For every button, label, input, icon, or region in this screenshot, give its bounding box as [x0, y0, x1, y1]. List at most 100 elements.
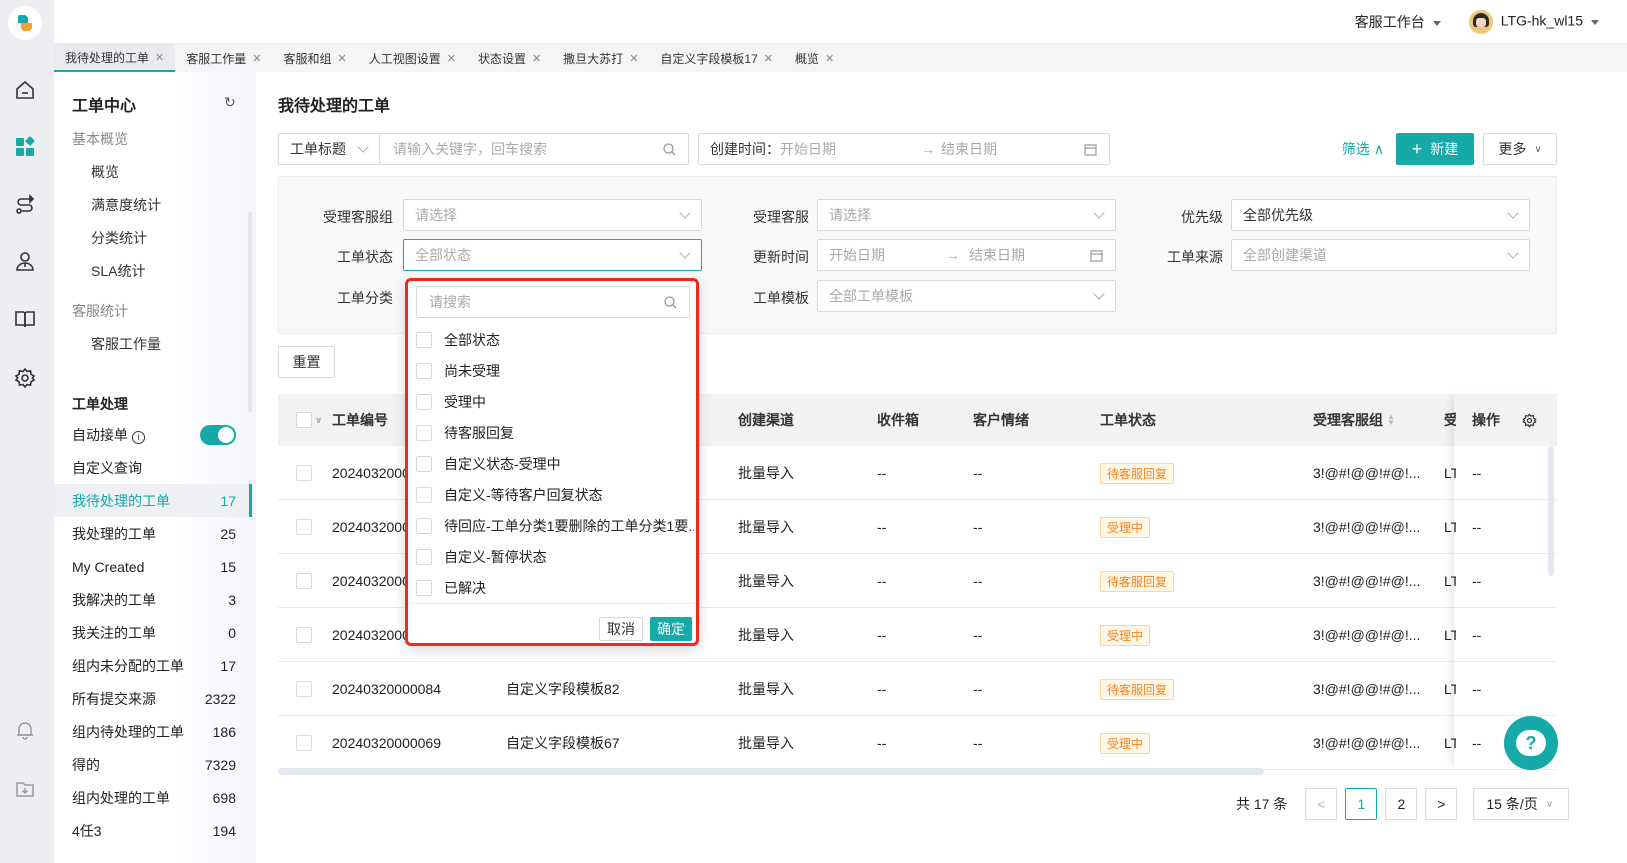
status-option[interactable]: 全部状态 — [416, 326, 694, 354]
auto-accept-toggle[interactable] — [200, 424, 236, 445]
chevron-down-icon[interactable]: ∨ — [315, 415, 322, 426]
status-option[interactable]: 已解决 — [416, 574, 694, 602]
status-option[interactable]: 尚未受理 — [416, 357, 694, 385]
sidebar-view-item[interactable]: 4任3 194 — [54, 814, 250, 847]
tab-overview[interactable]: 概览 ✕ — [784, 44, 845, 72]
sidebar-view-item[interactable]: My Created 15 — [54, 550, 250, 583]
info-icon[interactable]: i — [132, 430, 145, 444]
tab-agent-workload[interactable]: 客服工作量 ✕ — [175, 44, 272, 72]
ticket-id[interactable]: 2024032000 — [332, 608, 410, 662]
refresh-icon[interactable]: ↻ — [224, 94, 236, 111]
option-checkbox[interactable] — [416, 425, 432, 441]
row-checkbox[interactable] — [296, 554, 312, 608]
ticket-title[interactable]: 自定义字段模板82 — [506, 662, 620, 716]
table-horizontal-scrollbar[interactable] — [278, 768, 1264, 775]
option-checkbox[interactable] — [416, 549, 432, 565]
close-icon[interactable]: ✕ — [825, 52, 834, 65]
filter-toggle[interactable]: 筛选 ∧ — [1338, 133, 1388, 165]
row-checkbox[interactable] — [296, 500, 312, 554]
table-row[interactable]: 20240320000069 自定义字段模板67 批量导入 -- -- 受理中 3!@#!@… — [278, 716, 1557, 770]
page-1-button[interactable]: 1 — [1345, 788, 1378, 820]
user-menu[interactable]: LTG-hk_wl15 — [1468, 10, 1599, 34]
help-button[interactable]: ? — [1504, 716, 1558, 770]
status-search-input[interactable]: 请搜索 — [416, 286, 690, 318]
download-folder-icon[interactable] — [12, 776, 38, 802]
status-option[interactable]: 待回应-工单分类1要删除的工单分类1要... — [416, 512, 694, 540]
end-date-input[interactable]: 结束日期 — [969, 245, 1025, 265]
sidebar-item-custom-query[interactable]: 自定义查询 — [54, 451, 250, 484]
start-date-input[interactable]: 开始日期 — [829, 245, 885, 265]
close-icon[interactable]: ✕ — [629, 52, 638, 65]
table-vertical-scrollbar[interactable] — [1548, 446, 1554, 576]
status-option[interactable]: 自定义-暂停状态 — [416, 543, 694, 571]
tab-view-settings[interactable]: 人工视图设置 ✕ — [358, 44, 467, 72]
select-all-checkbox[interactable]: ∨ — [296, 394, 322, 446]
tab-custom-1[interactable]: 撒旦大苏打 ✕ — [552, 44, 649, 72]
col-group[interactable]: 受理客服组 ▲ ▼ — [1313, 394, 1395, 446]
route-icon[interactable] — [12, 192, 38, 218]
search-input[interactable]: 请输入关键字，回车搜索 — [379, 133, 689, 165]
sidebar-view-item[interactable]: 组内待处理的工单 186 — [54, 715, 250, 748]
ticket-title[interactable]: 自定义字段模板67 — [506, 716, 620, 770]
ticket-id[interactable]: 2024032000 — [332, 446, 410, 500]
ticket-id[interactable]: 20240320000084 — [332, 662, 441, 716]
tab-my-pending[interactable]: 我待处理的工单 ✕ — [54, 44, 176, 72]
option-checkbox[interactable] — [416, 456, 432, 472]
option-checkbox[interactable] — [416, 487, 432, 503]
status-option[interactable]: 自定义状态-受理中 — [416, 450, 694, 478]
sidebar-scrollbar[interactable] — [248, 212, 252, 412]
page-2-button[interactable]: 2 — [1385, 788, 1418, 820]
source-select[interactable]: 全部创建渠道 — [1231, 239, 1530, 271]
sidebar-item-agent-workload[interactable]: 客服工作量 — [91, 334, 161, 354]
status-option[interactable]: 自定义-等待客户回复状态 — [416, 481, 694, 509]
option-checkbox[interactable] — [416, 580, 432, 596]
start-date-input[interactable]: 开始日期 — [780, 139, 836, 159]
option-checkbox[interactable] — [416, 518, 432, 534]
ticket-id[interactable]: 2024032000 — [332, 554, 410, 608]
priority-select[interactable]: 全部优先级 — [1231, 199, 1530, 231]
sidebar-view-item[interactable]: 我关注的工单 0 — [54, 616, 250, 649]
agent-icon[interactable] — [12, 249, 38, 275]
sidebar-view-item[interactable]: 组内处理的工单 698 — [54, 781, 250, 814]
reset-button[interactable]: 重置 — [278, 346, 335, 378]
tab-agents-groups[interactable]: 客服和组 ✕ — [272, 44, 357, 72]
sidebar-item-overview[interactable]: 概览 — [91, 162, 119, 182]
sidebar-view-item[interactable]: 组内未分配的工单 17 — [54, 649, 250, 682]
tab-status-settings[interactable]: 状态设置 ✕ — [467, 44, 552, 72]
row-checkbox[interactable] — [296, 446, 312, 500]
more-button[interactable]: 更多 ∨ — [1483, 133, 1557, 165]
option-checkbox[interactable] — [416, 332, 432, 348]
confirm-button[interactable]: 确定 — [650, 617, 692, 641]
apps-icon[interactable] — [12, 134, 38, 160]
search-field-select[interactable]: 工单标题 — [278, 133, 380, 165]
column-settings-icon[interactable] — [1522, 394, 1537, 446]
option-checkbox[interactable] — [416, 394, 432, 410]
option-checkbox[interactable] — [416, 363, 432, 379]
created-time-range[interactable]: 创建时间： 开始日期 → 结束日期 — [698, 133, 1110, 165]
next-page-button[interactable]: > — [1425, 788, 1458, 820]
sidebar-view-item[interactable]: 我解决的工单 3 — [54, 583, 250, 616]
app-logo[interactable] — [8, 6, 42, 40]
gear-icon[interactable] — [12, 365, 38, 391]
sidebar-view-item[interactable]: 得的 7329 — [54, 748, 250, 781]
cancel-button[interactable]: 取消 — [599, 617, 643, 641]
sidebar-item-sla[interactable]: SLA统计 — [91, 261, 145, 281]
tab-field-template[interactable]: 自定义字段模板17 ✕ — [649, 44, 784, 72]
status-option[interactable]: 受理中 — [416, 388, 694, 416]
close-icon[interactable]: ✕ — [155, 51, 164, 64]
sort-icon[interactable]: ▲ ▼ — [1387, 413, 1395, 427]
template-select[interactable]: 全部工单模板 — [817, 280, 1116, 312]
new-ticket-button[interactable]: + 新建 — [1396, 133, 1474, 165]
bell-icon[interactable] — [12, 717, 38, 743]
home-icon[interactable] — [12, 77, 38, 103]
agent-select[interactable]: 请选择 — [817, 199, 1116, 231]
row-checkbox[interactable] — [296, 662, 312, 716]
status-select[interactable]: 全部状态 — [403, 239, 702, 271]
status-option[interactable]: 待客服回复 — [416, 419, 694, 447]
group-select[interactable]: 请选择 — [403, 199, 702, 231]
ticket-id[interactable]: 20240320000069 — [332, 716, 441, 770]
sidebar-view-item[interactable]: 所有提交来源 2322 — [54, 682, 250, 715]
row-checkbox[interactable] — [296, 608, 312, 662]
close-icon[interactable]: ✕ — [764, 52, 773, 65]
updated-time-range[interactable]: 开始日期 → 结束日期 — [817, 239, 1116, 271]
